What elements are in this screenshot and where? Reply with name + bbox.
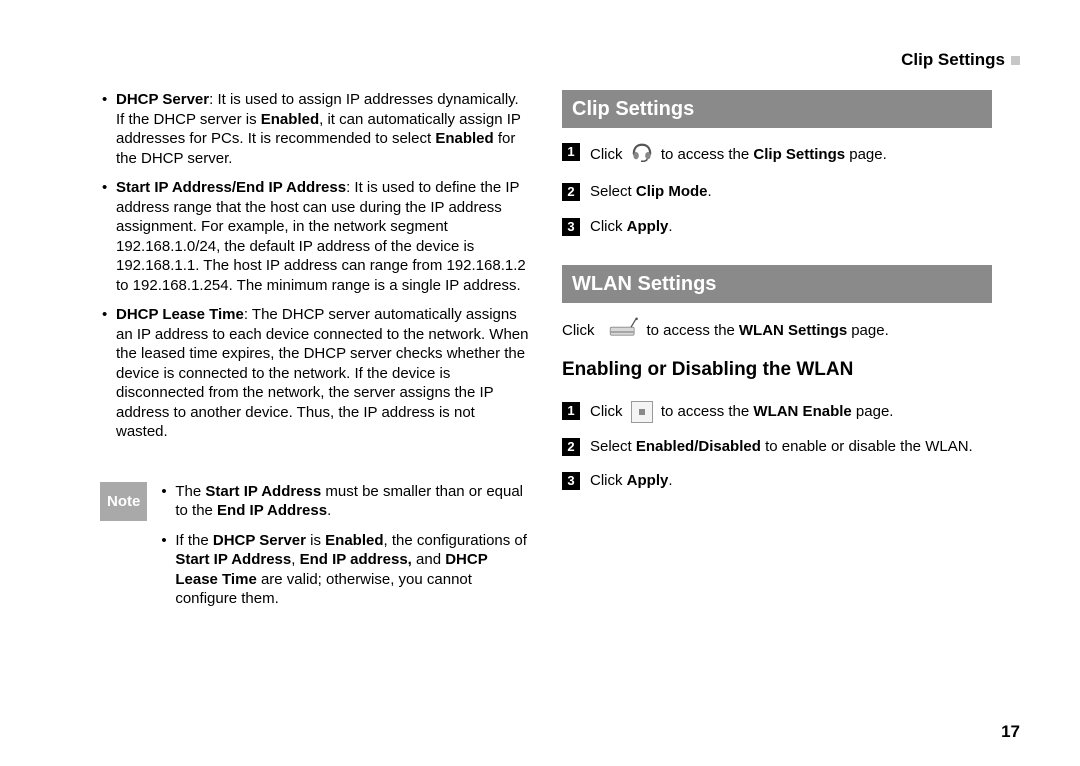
definition-list: DHCP Server: It is used to assign IP add…: [100, 90, 530, 442]
text: page.: [852, 403, 894, 420]
inline-bold: DHCP Server: [213, 532, 306, 549]
text: is: [306, 532, 325, 549]
headphones-icon: [631, 142, 653, 168]
inline-bold: Enabled/Disabled: [636, 438, 761, 455]
text: to enable or disable the WLAN.: [761, 438, 973, 455]
inline-bold: Clip Settings: [753, 146, 845, 163]
step-item: 3 Click Apply.: [562, 471, 992, 491]
text: to access the: [661, 146, 754, 163]
section-heading-wlan: WLAN Settings: [562, 265, 992, 303]
text: .: [327, 502, 331, 519]
step-number: 3: [562, 218, 580, 236]
text: .: [668, 472, 672, 489]
term: Start IP Address/End IP Address: [116, 179, 346, 196]
text: page.: [845, 146, 887, 163]
text: ,: [291, 551, 299, 568]
manual-page: Clip Settings DHCP Server: It is used to…: [0, 0, 1080, 766]
inline-bold: End IP address,: [300, 551, 412, 568]
text: to access the: [661, 403, 754, 420]
inline-bold: Enabled: [435, 130, 493, 147]
wlan-enable-icon: [631, 401, 653, 423]
text: to access the: [647, 321, 735, 341]
note-label: Note: [100, 482, 147, 522]
list-item: DHCP Server: It is used to assign IP add…: [100, 90, 530, 168]
note-body: The Start IP Address must be smaller tha…: [147, 482, 530, 619]
step-item: 1 Click to access the WLAN Enable page.: [562, 401, 992, 423]
inline-bold: WLAN Enable: [753, 403, 851, 420]
step-number: 1: [562, 143, 580, 161]
wlan-intro: Click to access the WLAN Settings page.: [562, 317, 992, 345]
step-text: Select Clip Mode.: [590, 182, 992, 202]
wlan-subheading: Enabling or Disabling the WLAN: [562, 358, 992, 383]
text: Click: [590, 218, 627, 235]
note-list: The Start IP Address must be smaller tha…: [159, 482, 530, 609]
dot-icon: [639, 409, 645, 415]
note-callout: Note The Start IP Address must be smalle…: [100, 482, 530, 619]
step-text: Select Enabled/Disabled to enable or dis…: [590, 437, 992, 457]
left-column: DHCP Server: It is used to assign IP add…: [100, 90, 530, 619]
text: : It is used to define the IP address ra…: [116, 179, 526, 294]
list-item: The Start IP Address must be smaller tha…: [159, 482, 530, 521]
text: and: [412, 551, 445, 568]
step-number: 2: [562, 183, 580, 201]
step-text: Click to access the Clip Settings page.: [590, 142, 992, 168]
text: .: [708, 183, 712, 200]
inline-bold: Apply: [627, 472, 669, 489]
list-item: DHCP Lease Time: The DHCP server automat…: [100, 305, 530, 442]
text: Select: [590, 438, 636, 455]
step-number: 2: [562, 438, 580, 456]
inline-bold: Apply: [627, 218, 669, 235]
text: .: [668, 218, 672, 235]
clip-steps: 1 Click to access the Clip Settings page…: [562, 142, 992, 237]
inline-bold: Start IP Address: [175, 551, 291, 568]
text: Select: [590, 183, 636, 200]
text: , the configurations of: [384, 532, 527, 549]
step-text: Click Apply.: [590, 471, 992, 491]
inline-bold: Start IP Address: [205, 483, 321, 500]
step-item: 1 Click to access the Clip Settings page…: [562, 142, 992, 168]
list-item: If the DHCP Server is Enabled, the confi…: [159, 531, 530, 609]
text: Click: [590, 146, 627, 163]
text: page.: [851, 321, 889, 341]
step-item: 2 Select Clip Mode.: [562, 182, 992, 202]
step-item: 2 Select Enabled/Disabled to enable or d…: [562, 437, 992, 457]
inline-bold: Enabled: [261, 111, 319, 128]
text: The: [175, 483, 205, 500]
header-square-icon: [1011, 56, 1020, 65]
running-header-text: Clip Settings: [901, 50, 1005, 70]
text: Click: [590, 472, 627, 489]
term: DHCP Lease Time: [116, 306, 244, 323]
inline-bold: Enabled: [325, 532, 383, 549]
page-number: 17: [1001, 722, 1020, 742]
text: Click: [590, 403, 627, 420]
text: : The DHCP server automatically assigns …: [116, 306, 528, 440]
wlan-steps: 1 Click to access the WLAN Enable page. …: [562, 401, 992, 492]
inline-bold: End IP Address: [217, 502, 327, 519]
section-heading-clip: Clip Settings: [562, 90, 992, 128]
step-number: 1: [562, 402, 580, 420]
step-text: Click to access the WLAN Enable page.: [590, 401, 992, 423]
two-column-layout: DHCP Server: It is used to assign IP add…: [100, 90, 1020, 619]
right-column: Clip Settings 1 Click to access the Clip…: [562, 90, 992, 619]
inline-bold: WLAN Settings: [739, 321, 847, 341]
inline-bold: Clip Mode: [636, 183, 708, 200]
term: DHCP Server: [116, 91, 209, 108]
running-header: Clip Settings: [901, 50, 1020, 70]
list-item: Start IP Address/End IP Address: It is u…: [100, 178, 530, 295]
router-icon: [607, 317, 639, 345]
text: If the: [175, 532, 213, 549]
step-item: 3 Click Apply.: [562, 217, 992, 237]
step-text: Click Apply.: [590, 217, 992, 237]
text: Click: [562, 321, 595, 341]
step-number: 3: [562, 472, 580, 490]
